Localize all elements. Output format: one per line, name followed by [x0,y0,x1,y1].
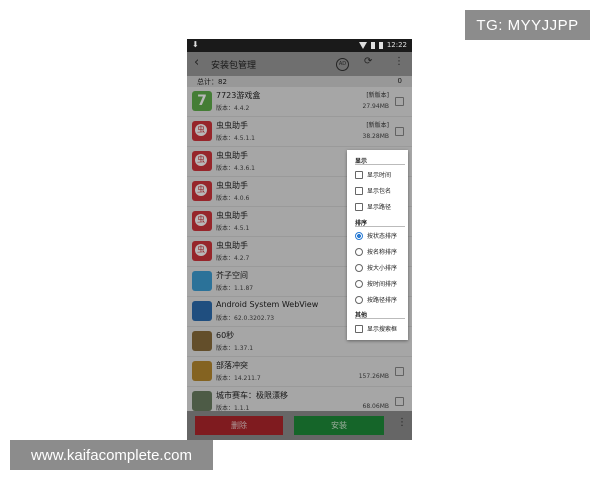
menu-option-show-path[interactable]: 显示路径 [355,202,391,211]
menu-option-sort-name[interactable]: 按名称排序 [355,247,397,256]
total-count: 总计：82 [197,78,227,86]
watermark-top: TG: MYYJJPP [465,10,590,40]
app-version: 版本：4.0.6 [216,195,250,202]
page-title: 安装包管理 [211,61,257,71]
app-name: 城市赛车：极限漂移 [216,391,288,400]
refresh-icon[interactable]: ⟳ [364,56,372,67]
app-name: 虫虫助手 [216,151,248,160]
status-time: 12:22 [386,41,407,49]
option-label: 按状态排序 [367,233,398,240]
options-menu: 显示 显示时间 显示包名 显示路径 排序 按状态排序 按名称排序 按大小排序 按… [347,150,408,340]
app-name: 虫虫助手 [216,121,248,130]
new-version-tag: [新版本] [366,92,389,99]
list-item[interactable]: 7 7723游戏盒 版本：4.4.2 [新版本] 27.94MB [187,87,412,117]
app-name: 虫虫助手 [216,241,248,250]
option-label: 显示路径 [367,204,392,211]
app-7723-icon: 7 [192,91,212,111]
arrow-back-icon[interactable]: ‹ [194,55,199,70]
battery-icon [378,41,383,49]
option-label: 显示搜索框 [367,326,398,333]
phone-screen: ⬇ 12:22 ‹ 安装包管理 AD ⟳ ⋮ 总计：82 0 7 7723游戏盒… [187,39,412,440]
app-name: 芥子空间 [216,271,248,280]
app-version: 版本：14.211.7 [216,375,261,382]
wifi-icon [358,41,367,49]
checkbox-icon [355,202,363,211]
menu-option-sort-size[interactable]: 按大小排序 [355,263,397,272]
signal-icon [370,41,375,49]
new-version-tag: [新版本] [366,122,389,129]
menu-option-sort-path[interactable]: 按路径排序 [355,295,397,304]
summary-right-value: 0 [397,77,402,85]
option-label: 按路径排序 [367,297,398,304]
status-bar: ⬇ 12:22 [187,39,412,52]
app-clash-icon [192,361,212,381]
bottom-more-icon[interactable]: ⋮ [397,417,407,428]
app-name: Android System WebView [216,300,319,309]
checkbox-icon [355,170,363,179]
app-size: 68.06MB [362,403,389,410]
app-jiezi-icon [192,271,212,291]
checkbox-icon [355,186,363,195]
option-label: 按时间排序 [367,281,398,288]
ad-icon[interactable]: AD [336,58,349,71]
download-icon: ⬇ [192,40,199,49]
radio-selected-icon [355,231,363,240]
radio-icon [355,295,363,304]
list-item[interactable]: 虫虫助手 版本：4.5.1.1 [新版本] 38.28MB [187,117,412,147]
select-checkbox[interactable] [395,127,404,136]
app-version: 版本：4.5.1.1 [216,135,255,142]
app-name: 7723游戏盒 [216,91,261,100]
select-checkbox[interactable] [395,367,404,376]
app-version: 版本：4.4.2 [216,105,250,112]
radio-icon [355,279,363,288]
app-name: 60秒 [216,331,235,340]
checkbox-icon [355,324,363,333]
summary-bar: 总计：82 0 [187,76,412,87]
app-size: 38.28MB [362,133,389,140]
list-item[interactable]: 部落冲突 版本：14.211.7 157.26MB [187,357,412,387]
option-label: 按大小排序 [367,265,398,272]
bottom-action-bar: 删除 安装 ⋮ [187,411,412,440]
delete-button[interactable]: 删除 [195,416,283,435]
app-racing-icon [192,391,212,411]
more-vert-icon[interactable]: ⋮ [394,56,404,67]
radio-icon [355,263,363,272]
app-version: 版本：1.1.87 [216,285,254,292]
app-version: 版本：1.37.1 [216,345,254,352]
option-label: 显示包名 [367,188,392,195]
app-size: 27.94MB [362,103,389,110]
select-checkbox[interactable] [395,397,404,406]
install-button[interactable]: 安装 [294,416,384,435]
radio-icon [355,247,363,256]
app-version: 版本：4.5.1 [216,225,250,232]
menu-option-sort-status[interactable]: 按状态排序 [355,231,397,240]
menu-option-show-package[interactable]: 显示包名 [355,186,391,195]
app-name: 虫虫助手 [216,211,248,220]
menu-section-other: 其他 [355,312,406,319]
menu-section-display: 显示 [355,158,406,165]
watermark-bottom: www.kaifacomplete.com [10,440,213,470]
menu-section-sort: 排序 [355,220,406,227]
app-size: 157.26MB [358,373,389,380]
app-webview-icon [192,301,212,321]
app-name: 部落冲突 [216,361,248,370]
app-chongchong-icon [192,211,212,231]
app-version: 版本：4.2.7 [216,255,250,262]
app-chongchong-icon [192,241,212,261]
menu-option-sort-time[interactable]: 按时间排序 [355,279,397,288]
select-checkbox[interactable] [395,97,404,106]
app-chongchong-icon [192,181,212,201]
app-bar: ‹ 安装包管理 AD ⟳ ⋮ [187,52,412,76]
app-chongchong-icon [192,121,212,141]
option-label: 显示时间 [367,172,392,179]
option-label: 按名称排序 [367,249,398,256]
app-chongchong-icon [192,151,212,171]
app-60s-icon [192,331,212,351]
app-version: 版本：4.3.6.1 [216,165,255,172]
app-name: 虫虫助手 [216,181,248,190]
app-version: 版本：62.0.3202.73 [216,315,275,322]
menu-option-show-search[interactable]: 显示搜索框 [355,324,397,333]
menu-option-show-time[interactable]: 显示时间 [355,170,391,179]
